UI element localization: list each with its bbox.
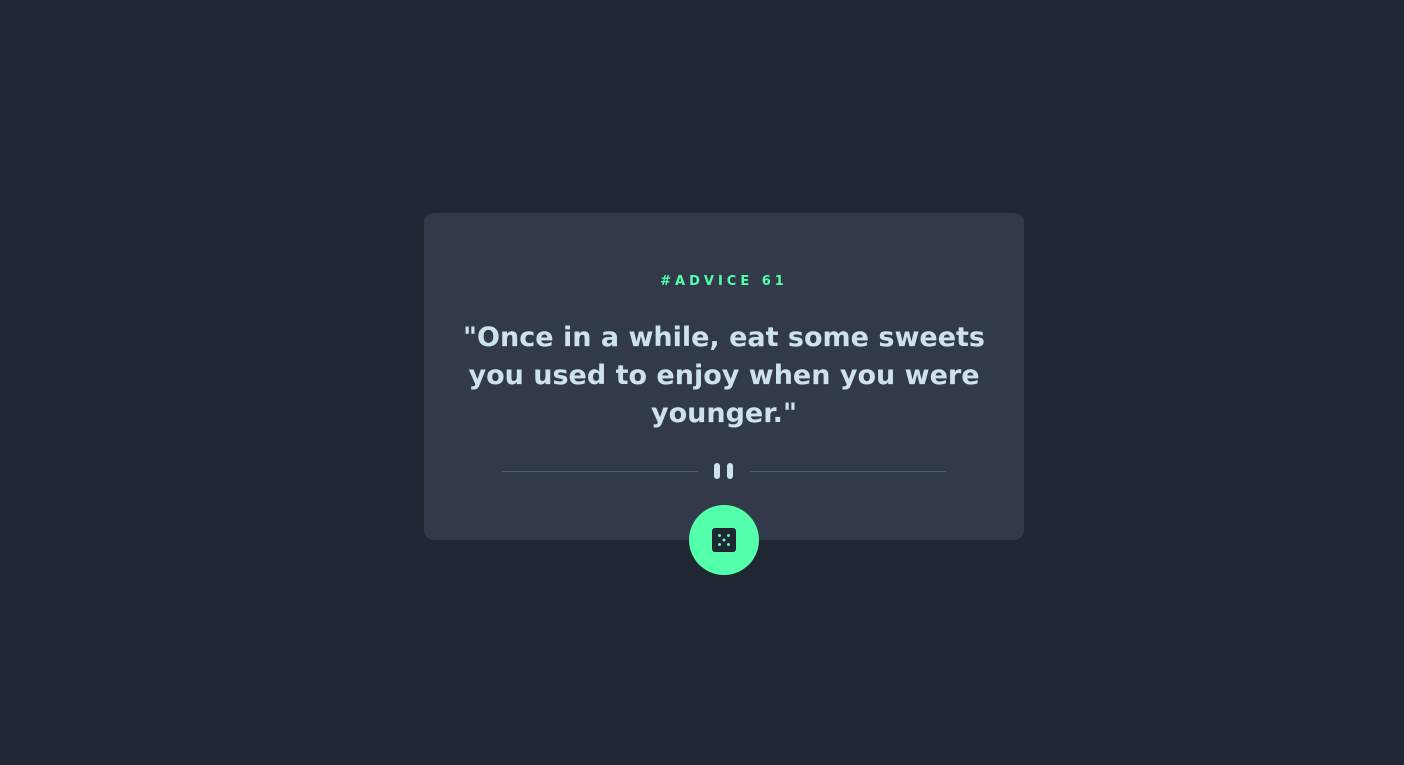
new-advice-button[interactable] — [689, 505, 759, 575]
dice-icon — [712, 528, 736, 552]
divider — [502, 463, 946, 479]
divider-line-left — [502, 471, 698, 472]
advice-quote: "Once in a while, eat some sweets you us… — [462, 322, 986, 429]
pause-icon — [713, 463, 735, 479]
advice-id: #ADVICE 61 — [660, 274, 788, 289]
divider-line-right — [750, 471, 946, 472]
advice-card: #ADVICE 61 "Once in a while, eat some sw… — [424, 213, 1024, 540]
